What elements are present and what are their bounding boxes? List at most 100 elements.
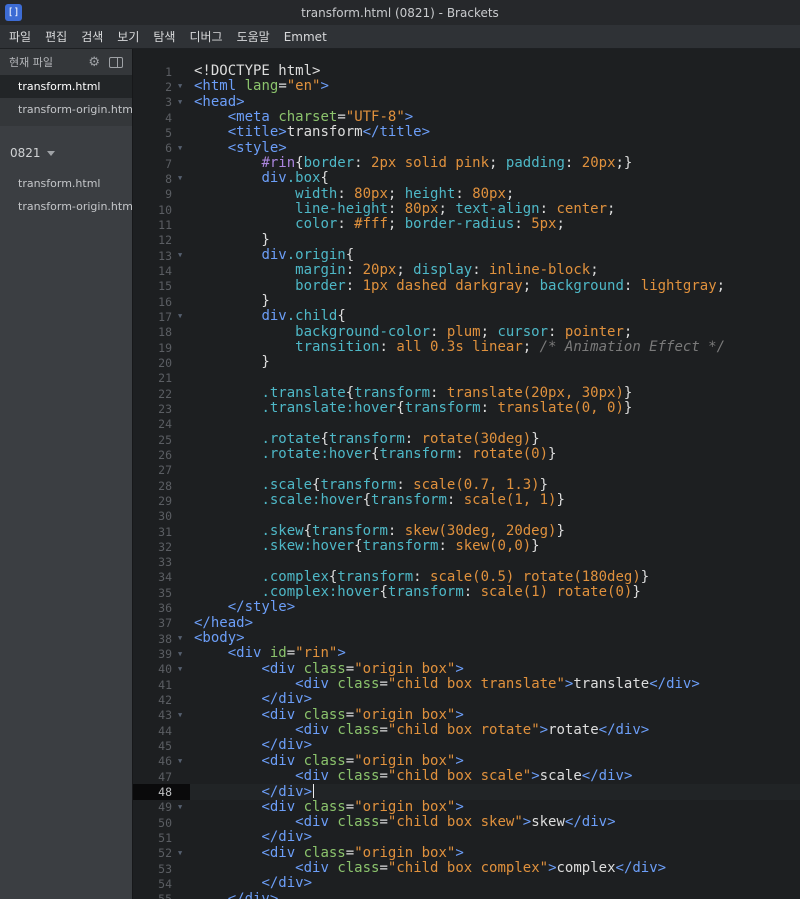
fold-arrow-icon[interactable]: ▼ [177,711,190,719]
fold-arrow-icon[interactable]: ▼ [177,665,190,673]
code-line[interactable]: 44 <div class="child box rotate">rotate<… [133,722,800,738]
code-line[interactable]: 33 [133,555,800,570]
fold-arrow-icon[interactable]: ▼ [177,757,190,765]
line-number: 31 [158,524,172,539]
code-editor[interactable]: 1 <!DOCTYPE html> 2 ▼ <html lang="en"> 3 ▼ <hea… [133,49,800,899]
code-line[interactable]: 35 .complex:hover{transform: scale(1) ro… [133,584,800,600]
code-text: <div id="rin"> [227,645,346,662]
code-line[interactable]: 43 ▼ <div class="origin box"> [133,706,800,723]
code-line[interactable]: 6 ▼ <style> [133,140,800,156]
line-number: 12 [158,233,172,248]
code-line[interactable]: 23 .translate:hover{transform: translate… [133,401,800,416]
code-line[interactable]: 29 .scale:hover{transform: scale(1, 1)} [133,493,800,508]
code-line[interactable]: 47 <div class="child box scale">scale</d… [133,768,800,784]
code-line[interactable]: 48 </div> [133,783,800,800]
code-line[interactable]: 26 .rotate:hover{transform: rotate(0)} [133,447,800,462]
line-number: 23 [158,401,172,416]
line-number: 45 [158,739,172,754]
code-line[interactable]: 39 ▼ <div id="rin"> [133,646,800,661]
code-line[interactable]: 52 ▼ <div class="origin box"> [133,845,800,861]
code-line[interactable]: 21 [133,371,800,386]
code-line[interactable]: 34 .complex{transform: scale(0.5) rotate… [133,569,800,585]
code-line[interactable]: 8 ▼ div.box{ [133,171,800,186]
fold-arrow-icon[interactable]: ▼ [177,252,190,259]
code-line[interactable]: 37 </head> [133,615,800,631]
code-line[interactable]: 32 .skew:hover{transform: skew(0,0)} [133,539,800,554]
fold-arrow-icon[interactable]: ▼ [177,98,190,106]
fold-arrow-icon[interactable]: ▼ [177,83,190,90]
menu-item-emmet[interactable]: Emmet [277,27,334,47]
fold-arrow-icon[interactable]: ▼ [177,849,190,857]
code-line[interactable]: 49 ▼ <div class="origin box"> [133,799,800,815]
code-text: <div class="origin box"> [261,706,464,723]
code-line[interactable]: 41 <div class="child box translate">tran… [133,676,800,692]
menu-item-file[interactable]: 파일 [2,25,38,48]
code-line[interactable]: 31 .skew{transform: skew(30deg, 20deg)} [133,523,800,539]
menu-item-debug[interactable]: 디버그 [182,25,229,48]
code-line[interactable]: 4 <meta charset="UTF-8"> [133,109,800,125]
code-line[interactable]: 18 background-color: plum; cursor: point… [133,324,800,340]
split-view-icon[interactable] [109,56,123,68]
menu-item-help[interactable]: 도움말 [230,25,277,48]
working-file-item[interactable]: transform.html [0,75,132,98]
code-line[interactable]: 30 [133,509,800,524]
code-line[interactable]: 22 .translate{transform: translate(20px,… [133,385,800,401]
brackets-logo-icon: [] [5,4,22,21]
code-line[interactable]: 10 line-height: 80px; text-align: center… [133,201,800,217]
code-line[interactable]: 1 <!DOCTYPE html> [133,63,800,79]
code-line[interactable]: 54 </div> [133,876,800,891]
menu-item-view[interactable]: 보기 [110,25,146,48]
code-line[interactable]: 53 <div class="child box complex">comple… [133,860,800,876]
code-line[interactable]: 5 <title>transform</title> [133,125,800,140]
line-number: 55 [133,892,177,899]
code-line[interactable]: 46 ▼ <div class="origin box"> [133,753,800,769]
fold-arrow-icon[interactable]: ▼ [177,144,190,152]
code-text: div.box{ [261,170,329,187]
code-line[interactable]: 42 </div> [133,692,800,707]
code-line[interactable]: 3 ▼ <head> [133,94,800,110]
code-line[interactable]: 20 } [133,355,800,370]
code-line[interactable]: 11 color: #fff; border-radius: 5px; [133,217,800,232]
menu-item-find[interactable]: 검색 [74,25,110,48]
code-line[interactable]: 13 ▼ div.origin{ [133,247,800,263]
code-line[interactable]: 28 .scale{transform: scale(0.7, 1.3)} [133,477,800,493]
line-number: 30 [158,509,172,524]
code-line[interactable]: 7 #rin{border: 2px solid pink; padding: … [133,155,800,171]
tree-file-item[interactable]: transform.html [0,172,132,195]
code-line[interactable]: 45 </div> [133,738,800,753]
code-line[interactable]: 16 } [133,293,800,309]
line-number: 3 [165,95,172,110]
fold-arrow-icon[interactable]: ▼ [177,650,190,658]
code-line[interactable]: 27 [133,463,800,478]
gutter-cell: 40 ▼ [133,662,190,677]
code-line[interactable]: 25 .rotate{transform: rotate(30deg)} [133,431,800,447]
menu-item-edit[interactable]: 편집 [38,25,74,48]
line-number: 32 [158,539,172,554]
fold-arrow-icon[interactable]: ▼ [177,635,190,642]
code-line[interactable]: 19 transition: all 0.3s linear; /* Anima… [133,339,800,355]
menu-item-navigate[interactable]: 탐색 [146,25,182,48]
code-text: .scale:hover{transform: scale(1, 1)} [261,492,565,509]
code-line[interactable]: 40 ▼ <div class="origin box"> [133,661,800,677]
tree-file-item[interactable]: transform-origin.html [0,195,132,218]
code-line[interactable]: 51 </div> [133,830,800,845]
fold-arrow-icon[interactable]: ▼ [177,803,190,811]
code-line[interactable]: 17 ▼ div.child{ [133,309,800,324]
code-line[interactable]: 50 <div class="child box skew">skew</div… [133,814,800,830]
code-line[interactable]: 55 </div> [133,891,800,899]
code-line[interactable]: 36 </style> [133,600,800,615]
code-line[interactable]: 2 ▼ <html lang="en"> [133,79,800,94]
fold-arrow-icon[interactable]: ▼ [177,313,190,320]
gear-icon[interactable]: ⚙ [88,56,100,69]
code-line[interactable]: 9 width: 80px; height: 80px; [133,186,800,202]
code-line[interactable]: 12 } [133,232,800,248]
code-line[interactable]: 14 margin: 20px; display: inline-block; [133,263,800,278]
project-dropdown[interactable]: 0821 [0,126,132,168]
code-text: <title>transform</title> [227,124,431,141]
fold-arrow-icon[interactable]: ▼ [177,175,190,182]
working-file-item[interactable]: transform-origin.html [0,98,132,121]
code-line[interactable]: 15 border: 1px dashed darkgray; backgrou… [133,278,800,294]
code-line[interactable]: 24 [133,417,800,432]
gutter-cell: 34 [133,570,190,585]
code-line[interactable]: 38 ▼ <body> [133,630,800,646]
